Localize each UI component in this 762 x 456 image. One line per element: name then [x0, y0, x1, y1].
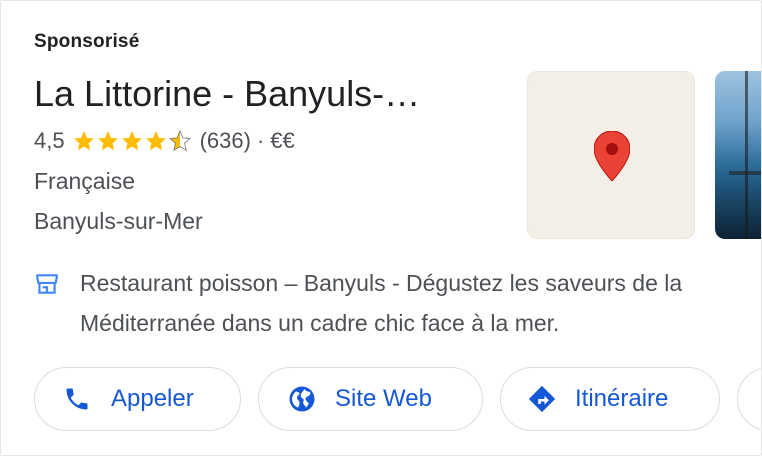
storefront-icon — [36, 274, 58, 294]
star-icon — [145, 131, 166, 151]
star-icon — [73, 131, 94, 151]
business-title[interactable]: La Littorine - Banyuls-… — [34, 73, 494, 115]
sponsored-label: Sponsorisé — [34, 31, 140, 52]
directions-button-label: Itinéraire — [575, 385, 669, 412]
directions-icon — [528, 385, 556, 413]
description-text: Restaurant poisson – Banyuls - Dégustez … — [80, 270, 683, 336]
separator: · — [256, 128, 265, 153]
business-location: Banyuls-sur-Mer — [34, 208, 203, 234]
cuisine-type: Française — [34, 168, 135, 194]
restaurant-photo[interactable] — [715, 71, 761, 239]
call-button[interactable]: Appeler — [34, 367, 241, 431]
map-thumbnail[interactable] — [527, 71, 695, 239]
rating-value: 4,5 — [34, 128, 65, 153]
directions-button[interactable]: Itinéraire — [500, 367, 720, 431]
star-icon — [121, 131, 142, 151]
star-icon — [97, 131, 118, 151]
photo-detail — [745, 71, 748, 239]
website-button[interactable]: Site Web — [258, 367, 483, 431]
star-rating — [72, 129, 192, 153]
rating-line: 4,5 (636) · €€ — [34, 126, 295, 156]
local-ad-card[interactable]: Sponsorisé La Littorine - Banyuls-… 4,5 … — [0, 0, 762, 456]
star-icon — [168, 129, 191, 152]
review-count[interactable]: (636) — [200, 128, 251, 154]
globe-icon — [289, 386, 315, 412]
more-actions-button[interactable] — [737, 367, 761, 431]
phone-icon — [66, 388, 88, 410]
price-level: €€ — [270, 128, 295, 153]
ad-description: Restaurant poisson – Banyuls - Dégustez … — [34, 263, 754, 343]
call-button-label: Appeler — [111, 385, 194, 412]
map-pin-icon — [594, 131, 630, 181]
photo-detail — [729, 171, 761, 175]
website-button-label: Site Web — [335, 385, 432, 412]
